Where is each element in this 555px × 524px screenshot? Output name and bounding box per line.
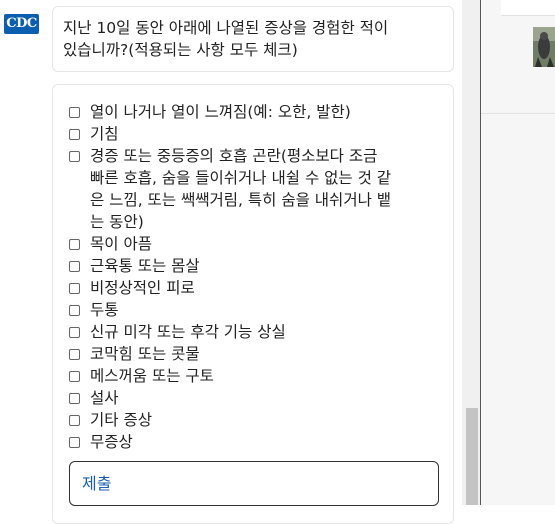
- checkbox[interactable]: [69, 283, 80, 294]
- option-label: 설사: [90, 389, 119, 407]
- option-other-symptoms[interactable]: 기타 증상: [69, 409, 152, 431]
- option-diarrhea[interactable]: 설사: [69, 387, 119, 409]
- checkbox[interactable]: [69, 437, 80, 448]
- checkbox[interactable]: [69, 129, 80, 140]
- option-label: 기침: [90, 125, 119, 143]
- checkbox[interactable]: [69, 261, 80, 272]
- option-congestion[interactable]: 코막힘 또는 콧물: [69, 343, 200, 365]
- option-label: 무증상: [90, 433, 133, 451]
- option-label: 근육통 또는 몸살: [90, 257, 200, 275]
- option-label: 메스꺼움 또는 구토: [90, 367, 214, 385]
- checkbox[interactable]: [69, 415, 80, 426]
- option-label: 코막힘 또는 콧물: [90, 345, 200, 363]
- side-panel-divider: [481, 113, 555, 114]
- option-loss-of-taste-smell[interactable]: 신규 미각 또는 후각 기능 상실: [69, 321, 286, 343]
- option-sore-throat[interactable]: 목이 아픔: [69, 233, 152, 255]
- question-line-2: 있습니까?(적용되는 사항 모두 체크): [63, 41, 298, 59]
- checkbox[interactable]: [69, 151, 80, 162]
- thumbnail-image[interactable]: [533, 27, 555, 67]
- checkbox[interactable]: [69, 327, 80, 338]
- option-label-line: 빠른 호흡, 숨을 들이쉬거나 내쉴 수 없는 것 같: [90, 169, 392, 187]
- option-no-symptoms[interactable]: 무증상: [69, 431, 133, 453]
- scrollbar-thumb[interactable]: [466, 408, 478, 505]
- question-bubble: 지난 10일 동안 아래에 나열된 증상을 경험한 적이 있습니까?(적용되는 …: [52, 6, 454, 72]
- symptom-options: 열이 나거나 열이 느껴짐(예: 오한, 발한) 기침 경증 또는 중등증의 호…: [52, 84, 454, 524]
- option-label: 기타 증상: [90, 411, 152, 429]
- option-nausea[interactable]: 메스꺼움 또는 구토: [69, 365, 214, 387]
- option-label-line: 경증 또는 중등증의 호흡 곤란(평소보다 조금: [90, 147, 378, 165]
- option-muscle-aches[interactable]: 근육통 또는 몸살: [69, 255, 200, 277]
- chat-pane: CDC 지난 10일 동안 아래에 나열된 증상을 경험한 적이 있습니까?(적…: [0, 0, 480, 524]
- cdc-logo: CDC: [4, 14, 39, 34]
- question-line-1: 지난 10일 동안 아래에 나열된 증상을 경험한 적이: [63, 19, 389, 37]
- checkbox[interactable]: [69, 239, 80, 250]
- option-fever[interactable]: 열이 나거나 열이 느껴짐(예: 오한, 발한): [69, 101, 351, 123]
- option-label: 목이 아픔: [90, 235, 152, 253]
- option-cough[interactable]: 기침: [69, 123, 119, 145]
- option-shortness-of-breath[interactable]: 경증 또는 중등증의 호흡 곤란(평소보다 조금 빠른 호흡, 숨을 들이쉬거나…: [69, 145, 391, 233]
- option-label: 두통: [90, 301, 119, 319]
- option-label: 신규 미각 또는 후각 기능 상실: [90, 323, 286, 341]
- checkbox[interactable]: [69, 371, 80, 382]
- side-panel: [480, 0, 555, 505]
- option-label: 비정상적인 피로: [90, 279, 195, 297]
- checkbox[interactable]: [69, 107, 80, 118]
- checkbox[interactable]: [69, 393, 80, 404]
- checkbox[interactable]: [69, 305, 80, 316]
- submit-button[interactable]: 제출: [69, 461, 439, 506]
- option-label-line: 은 느낌, 또는 쌕쌕거림, 특히 숨을 내쉬거나 뱉: [90, 191, 392, 209]
- option-fatigue[interactable]: 비정상적인 피로: [69, 277, 195, 299]
- option-label: 열이 나거나 열이 느껴짐(예: 오한, 발한): [90, 103, 351, 121]
- option-headache[interactable]: 두통: [69, 299, 119, 321]
- side-panel-header: [501, 0, 555, 16]
- checkbox[interactable]: [69, 349, 80, 360]
- option-label-line: 는 동안): [90, 213, 144, 231]
